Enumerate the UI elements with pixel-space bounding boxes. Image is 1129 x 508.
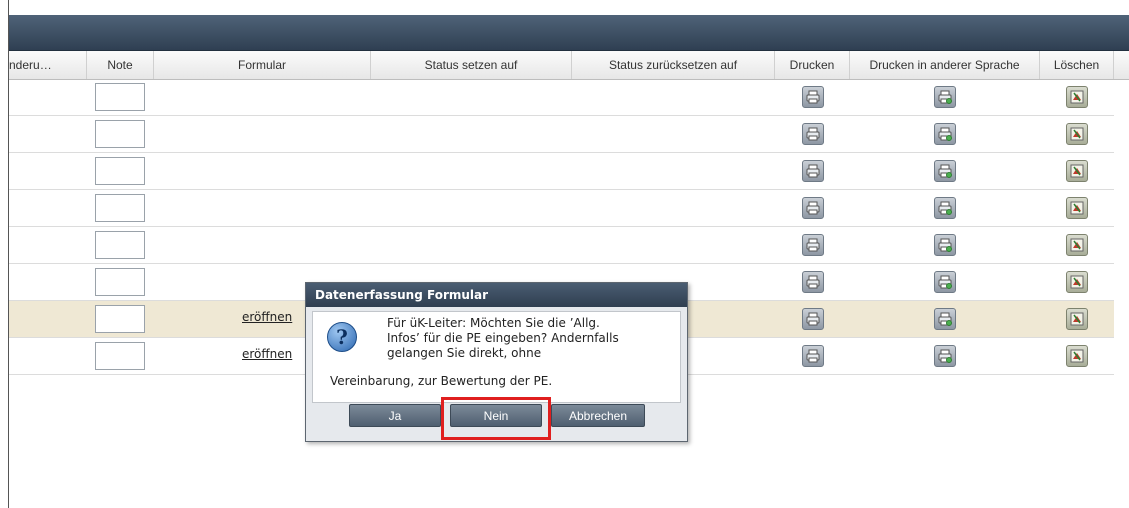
dialog-message-line: Für üK-Leiter: Möchten Sie die ’Allg. (387, 316, 600, 330)
delete-icon[interactable] (1066, 160, 1088, 182)
printer-icon[interactable] (802, 86, 824, 108)
formular-open-link[interactable]: eröffnen (242, 347, 292, 361)
table-row (9, 153, 1114, 190)
delete-icon[interactable] (1066, 308, 1088, 330)
focus-highlight (441, 397, 551, 440)
note-input[interactable] (95, 268, 145, 296)
column-header-status-setzen[interactable]: Status setzen auf (371, 51, 572, 79)
printer-icon[interactable] (802, 271, 824, 293)
printer-icon[interactable] (802, 308, 824, 330)
yes-button[interactable]: Ja (349, 404, 441, 427)
delete-icon[interactable] (1066, 123, 1088, 145)
delete-icon[interactable] (1066, 197, 1088, 219)
printer-language-icon[interactable] (934, 160, 956, 182)
dialog-message-line: Vereinbarung, zur Bewertung der PE. (330, 374, 553, 388)
printer-language-icon[interactable] (934, 234, 956, 256)
note-input[interactable] (95, 83, 145, 111)
table-row (9, 190, 1114, 227)
printer-language-icon[interactable] (934, 197, 956, 219)
table-row (9, 116, 1114, 153)
cancel-button[interactable]: Abbrechen (551, 404, 645, 427)
printer-icon[interactable] (802, 197, 824, 219)
printer-icon[interactable] (802, 345, 824, 367)
column-header-note[interactable]: Note (87, 51, 154, 79)
note-input[interactable] (95, 157, 145, 185)
printer-language-icon[interactable] (934, 86, 956, 108)
note-input[interactable] (95, 194, 145, 222)
table-header: nderu… Note Formular Status setzen auf S… (9, 51, 1129, 80)
column-header-status-zuruecksetzen[interactable]: Status zurücksetzen auf (572, 51, 775, 79)
note-input[interactable] (95, 305, 145, 333)
delete-icon[interactable] (1066, 271, 1088, 293)
delete-icon[interactable] (1066, 86, 1088, 108)
column-header-formular[interactable]: Formular (154, 51, 371, 79)
printer-language-icon[interactable] (934, 345, 956, 367)
dialog-message: Für üK-Leiter: Möchten Sie die ’Allg. In… (387, 316, 672, 361)
printer-icon[interactable] (802, 160, 824, 182)
printer-icon[interactable] (802, 123, 824, 145)
note-input[interactable] (95, 120, 145, 148)
printer-language-icon[interactable] (934, 271, 956, 293)
note-input[interactable] (95, 342, 145, 370)
note-input[interactable] (95, 231, 145, 259)
top-toolbar (9, 15, 1129, 51)
column-header-aenderung[interactable]: nderu… (9, 51, 87, 79)
dialog-message-line: gelangen Sie direkt, ohne (387, 346, 542, 360)
dialog-body: ? Für üK-Leiter: Möchten Sie die ’Allg. … (312, 311, 681, 403)
delete-icon[interactable] (1066, 345, 1088, 367)
question-icon: ? (327, 322, 357, 352)
printer-language-icon[interactable] (934, 308, 956, 330)
table-row (9, 227, 1114, 264)
column-header-drucken-andere-sprache[interactable]: Drucken in anderer Sprache (850, 51, 1040, 79)
column-header-drucken[interactable]: Drucken (775, 51, 850, 79)
column-header-loeschen[interactable]: Löschen (1040, 51, 1114, 79)
dialog-title: Datenerfassung Formular (306, 283, 687, 307)
formular-open-link[interactable]: eröffnen (242, 310, 292, 324)
printer-language-icon[interactable] (934, 123, 956, 145)
delete-icon[interactable] (1066, 234, 1088, 256)
printer-icon[interactable] (802, 234, 824, 256)
dialog-message-line: Infos’ für die PE eingeben? Andernfalls (387, 331, 619, 345)
table-row (9, 79, 1114, 116)
